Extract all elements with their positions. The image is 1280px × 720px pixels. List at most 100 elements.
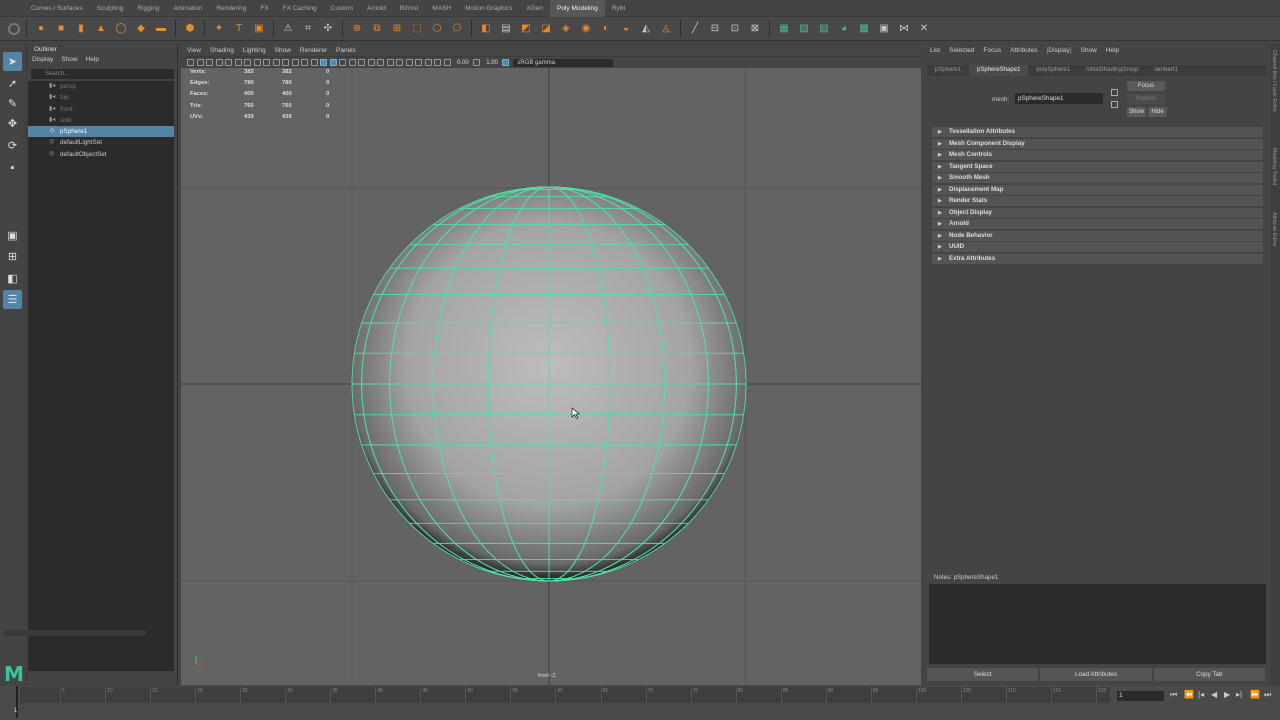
type-icon[interactable]: ⚠	[281, 21, 296, 36]
svg-icon[interactable]: ▣	[252, 21, 267, 36]
extract-icon[interactable]: ⊞	[390, 21, 405, 36]
outliner-item-defaultlightset[interactable]: ◎ defaultLightSet	[28, 137, 174, 148]
depth-of-field-icon[interactable]	[396, 59, 403, 66]
poly-sphere-icon[interactable]: ●	[34, 21, 49, 36]
uv-planar-icon[interactable]: ▧	[797, 21, 812, 36]
tab-lambert1[interactable]: lambert1	[1146, 65, 1185, 76]
resolution-gate-icon[interactable]	[263, 59, 270, 66]
ae-menu-display[interactable]: [Display]	[1047, 47, 1072, 54]
ae-menu-focus[interactable]: Focus	[983, 47, 1001, 54]
shelf-tab-animation[interactable]: Animation	[166, 0, 209, 17]
presets-button[interactable]: Presets	[1127, 94, 1165, 104]
sparkle-icon[interactable]: ✦	[212, 21, 227, 36]
exposure-value[interactable]: 0.00	[457, 60, 469, 66]
section-extra-attributes[interactable]: ▶ Extra Attributes	[932, 253, 1263, 264]
viewport-canvas[interactable]	[181, 68, 921, 685]
shelf-tab-arnold[interactable]: Arnold	[360, 0, 393, 17]
gamma-value[interactable]: 1.00	[486, 60, 498, 66]
xray-joints-icon[interactable]	[424, 59, 432, 66]
shadows-icon[interactable]	[358, 59, 365, 66]
viewport-menu-shading[interactable]: Shading	[210, 47, 234, 54]
section-arnold[interactable]: ▶ Arnold	[932, 219, 1263, 229]
two-d-pan-icon[interactable]	[225, 59, 232, 66]
section-render-stats[interactable]: ▶ Render Stats	[932, 196, 1263, 206]
wedge-icon[interactable]: ◭	[639, 21, 654, 36]
section-displacement-map[interactable]: ▶ Displacement Map	[932, 184, 1263, 195]
step-back-key-icon[interactable]: ⏪	[1184, 690, 1194, 699]
outliner-item-defaultobjectset[interactable]: ◎ defaultObjectSet	[28, 149, 174, 160]
time-slider[interactable]: 5 10 15 20 25 30 35 40 45 50 55 60 65 70 75 80 85 90 95 100…	[20, 687, 1110, 703]
section-node-behavior[interactable]: ▶ Node Behavior	[932, 230, 1263, 241]
knife-icon[interactable]: ╱	[688, 21, 703, 36]
side-tab-channel-box[interactable]: Channel Box / Layer Editor	[1271, 50, 1277, 112]
uv-editor-icon[interactable]: ▦	[777, 21, 792, 36]
four-view-layout-icon[interactable]: ⊞	[3, 247, 22, 266]
ae-menu-selected[interactable]: Selected	[949, 47, 974, 54]
xray-components-icon[interactable]	[434, 59, 441, 66]
text-icon[interactable]: T	[232, 21, 247, 36]
poke-icon[interactable]: ◬	[659, 21, 674, 36]
outliner-item-top[interactable]: ▮◂ top	[28, 92, 174, 103]
section-mesh-component-display[interactable]: ▶ Mesh Component Display	[932, 138, 1263, 149]
paint-select-tool-icon[interactable]: ✎	[3, 94, 22, 113]
shelf-tab-motion-graphics[interactable]: Motion Graphics	[458, 0, 519, 17]
outliner-item-side[interactable]: ▮◂ side	[28, 115, 174, 126]
play-forwards-icon[interactable]: ▶	[1224, 690, 1230, 699]
uv-cut-icon[interactable]: ✕	[917, 21, 932, 36]
lights-icon[interactable]	[348, 59, 356, 66]
viewport-menu-view[interactable]: View	[187, 47, 201, 54]
select-tool-icon[interactable]: ➤	[3, 52, 22, 71]
two-side-layout-icon[interactable]: ◧	[3, 269, 22, 288]
motion-blur-icon[interactable]	[377, 59, 384, 66]
camera-attributes-icon[interactable]	[196, 59, 204, 66]
focus-button[interactable]: Focus	[1127, 81, 1165, 91]
lasso-tool-icon[interactable]: ➚	[3, 74, 22, 93]
wireframe-on-shaded-icon[interactable]	[329, 59, 337, 66]
ambient-occlusion-icon[interactable]	[367, 59, 375, 66]
multi-cut-icon[interactable]: ⊟	[708, 21, 723, 36]
side-tab-attribute-editor[interactable]: Attribute Editor	[1271, 212, 1277, 246]
target-weld-icon[interactable]: ⊠	[748, 21, 763, 36]
ae-menu-list[interactable]: List	[930, 47, 940, 54]
outliner-item-persp[interactable]: ▮◂ persp	[28, 81, 174, 92]
step-forward-key-icon[interactable]: ⏩	[1250, 690, 1260, 699]
notes-textarea[interactable]	[929, 584, 1266, 664]
shelf-tab-poly-modeling[interactable]: Poly Modeling	[550, 0, 605, 17]
section-object-display[interactable]: ▶ Object Display	[932, 207, 1263, 218]
smooth-icon[interactable]: ⬡	[430, 21, 445, 36]
ae-menu-show[interactable]: Show	[1081, 47, 1097, 54]
merge-icon[interactable]: ◉	[579, 21, 594, 36]
viewport-menu-lighting[interactable]: Lighting	[243, 47, 266, 54]
color-management-icon[interactable]	[501, 59, 509, 66]
poly-disc-icon[interactable]: ▬	[154, 21, 169, 36]
bevel-icon[interactable]: ◪	[539, 21, 554, 36]
wireframe-icon[interactable]	[310, 59, 318, 66]
extrude-icon[interactable]: ▤	[499, 21, 514, 36]
booleans-icon[interactable]: ⬚	[410, 21, 425, 36]
field-chart-icon[interactable]	[282, 59, 289, 66]
viewport-menu-show[interactable]: Show	[275, 47, 291, 54]
show-button[interactable]: Show	[1127, 107, 1146, 117]
outliner-menu-show[interactable]: Show	[61, 56, 77, 63]
grid-icon[interactable]	[244, 59, 251, 66]
node-input-icon[interactable]	[1111, 101, 1118, 108]
uv-spherical-icon[interactable]: ◕	[837, 21, 852, 36]
current-frame-field[interactable]: 1	[1117, 691, 1164, 701]
uv-unfold-icon[interactable]: ⋈	[897, 21, 912, 36]
xray-icon[interactable]	[415, 59, 422, 66]
poly-torus-icon[interactable]: ◯	[114, 21, 129, 36]
sweep-icon[interactable]: ⌗	[301, 21, 316, 36]
isolate-select-icon[interactable]	[405, 59, 413, 66]
shelf-tab-bifrost[interactable]: Bifrost	[393, 0, 425, 17]
append-icon[interactable]: ◒	[619, 21, 634, 36]
bookmarks-icon[interactable]	[206, 59, 213, 66]
outliner-menu-display[interactable]: Display	[32, 56, 53, 63]
gate-mask-icon[interactable]	[272, 59, 280, 66]
poly-cube-icon[interactable]: ■	[54, 21, 69, 36]
shelf-tab-fx-caching[interactable]: FX Caching	[276, 0, 324, 17]
shelf-settings-icon[interactable]	[7, 22, 20, 35]
step-back-frame-icon[interactable]: |◂	[1198, 690, 1204, 699]
move-tool-icon[interactable]: ✥	[3, 114, 22, 133]
fill-hole-icon[interactable]: ◈	[559, 21, 574, 36]
viewport-panel[interactable]: View Shading Lighting Show Renderer Pane…	[181, 44, 921, 685]
